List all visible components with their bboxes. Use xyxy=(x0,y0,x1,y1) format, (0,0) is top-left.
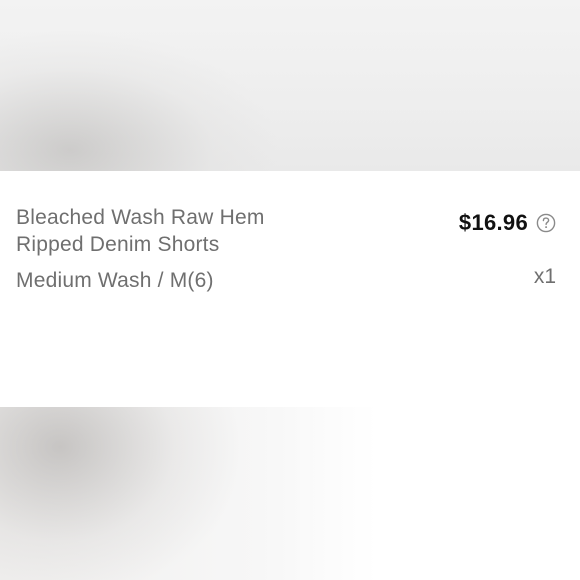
product-photo-bottom xyxy=(0,407,580,580)
product-title: Bleached Wash Raw Hem Ripped Denim Short… xyxy=(16,204,316,258)
price-row: $16.96 xyxy=(459,210,556,236)
page: Bleached Wash Raw Hem Ripped Denim Short… xyxy=(0,0,580,580)
product-title-line-1: Bleached Wash Raw Hem xyxy=(16,206,265,229)
product-price: $16.96 xyxy=(458,210,528,235)
product-photo-top xyxy=(0,0,580,171)
product-title-line-2: Ripped Denim Shorts xyxy=(16,233,220,256)
product-variant: Medium Wash / M(6) xyxy=(16,269,214,292)
product-quantity: x1 xyxy=(533,265,556,288)
question-circle-icon[interactable] xyxy=(536,213,556,233)
product-card: Bleached Wash Raw Hem Ripped Denim Short… xyxy=(0,171,580,407)
